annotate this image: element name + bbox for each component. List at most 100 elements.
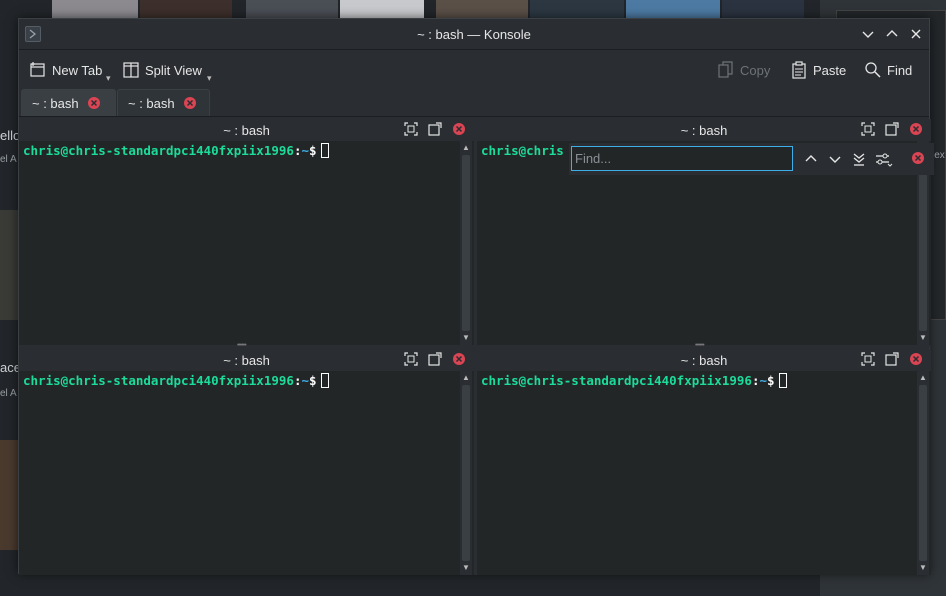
pane-header: ~ : bash bbox=[19, 119, 474, 141]
maximize-pane-icon[interactable] bbox=[861, 352, 875, 366]
terminal-cursor bbox=[778, 373, 787, 388]
wallpaper-thumbnail bbox=[722, 0, 804, 20]
search-options-icon[interactable] bbox=[875, 151, 893, 167]
scroll-up-icon[interactable]: ▲ bbox=[460, 143, 472, 153]
scrollbar[interactable]: ▲ ▼ bbox=[917, 371, 929, 575]
close-tab-icon[interactable] bbox=[183, 96, 197, 110]
terminal-output[interactable]: chris@chris bbox=[481, 143, 564, 158]
scroll-down-icon[interactable]: ▼ bbox=[917, 333, 929, 343]
close-icon[interactable] bbox=[908, 26, 924, 42]
close-pane-icon[interactable] bbox=[909, 122, 923, 136]
scroll-up-icon[interactable]: ▲ bbox=[460, 373, 472, 383]
detach-pane-icon[interactable] bbox=[885, 352, 899, 366]
wallpaper-thumbnail bbox=[52, 0, 138, 20]
pane-header: ~ : bash bbox=[477, 119, 931, 141]
scrollbar-thumb[interactable] bbox=[919, 385, 927, 561]
find-next-icon[interactable] bbox=[827, 151, 843, 167]
minimize-icon[interactable] bbox=[860, 26, 876, 42]
search-icon bbox=[865, 62, 881, 78]
prompt-user: chris@chris-standardpci440fxpiix1996 bbox=[23, 143, 294, 158]
prompt-symbol: $ bbox=[767, 373, 775, 388]
window-title: ~ : bash — Konsole bbox=[417, 27, 531, 42]
pane-header: ~ : bash bbox=[19, 349, 474, 371]
scrollbar-thumb[interactable] bbox=[919, 155, 927, 331]
split-view-button[interactable]: Split View bbox=[122, 59, 202, 81]
tab-label: ~ : bash bbox=[128, 95, 175, 111]
prompt-path: ~ bbox=[759, 373, 767, 388]
terminal-pane-bottom-left[interactable]: ~ : bash chris@chris-standardpci440fxpii… bbox=[19, 349, 474, 575]
split-view-icon bbox=[123, 62, 139, 78]
scroll-down-icon[interactable]: ▼ bbox=[460, 333, 472, 343]
prompt-user: chris@chris-standardpci440fxpiix1996 bbox=[481, 373, 752, 388]
scrollbar[interactable]: ▲ ▼ bbox=[460, 141, 472, 345]
close-pane-icon[interactable] bbox=[452, 122, 466, 136]
scrollbar-thumb[interactable] bbox=[462, 155, 470, 331]
terminal-pane-top-left[interactable]: ~ : bash chris@chris-standardpci440fxpii… bbox=[19, 119, 474, 345]
close-find-icon[interactable] bbox=[911, 151, 927, 167]
close-pane-icon[interactable] bbox=[909, 352, 923, 366]
find-bar bbox=[569, 143, 934, 175]
chevron-down-icon[interactable]: ▾ bbox=[106, 73, 111, 84]
wallpaper-thumbnail bbox=[626, 0, 720, 20]
split-view-label: Split View bbox=[145, 62, 202, 78]
wallpaper-thumbnail bbox=[246, 0, 338, 20]
scroll-down-icon[interactable]: ▼ bbox=[460, 563, 472, 573]
toolbar: New Tab ▾ Split View ▾ Copy Paste Find bbox=[19, 51, 929, 87]
prompt-user: chris@chris-standardpci440fxpiix1996 bbox=[23, 373, 294, 388]
prompt-symbol: $ bbox=[309, 143, 317, 158]
detach-pane-icon[interactable] bbox=[428, 122, 442, 136]
terminal-output[interactable]: chris@chris-standardpci440fxpiix1996:~$ bbox=[481, 373, 787, 388]
terminal-pane-bottom-right[interactable]: ~ : bash chris@chris-standardpci440fxpii… bbox=[477, 349, 931, 575]
find-label: Find bbox=[887, 62, 913, 78]
terminal-cursor bbox=[320, 373, 329, 388]
maximize-pane-icon[interactable] bbox=[861, 122, 875, 136]
new-tab-label: New Tab bbox=[52, 62, 103, 78]
highlight-all-icon[interactable] bbox=[851, 151, 867, 167]
splitter-grip-icon[interactable]: •••••• bbox=[237, 342, 247, 349]
find-input[interactable] bbox=[571, 146, 793, 171]
paste-button[interactable]: Paste bbox=[790, 59, 846, 81]
pane-header: ~ : bash bbox=[477, 349, 931, 371]
new-tab-icon bbox=[30, 62, 45, 77]
background-text: el A bbox=[0, 154, 17, 165]
copy-label: Copy bbox=[740, 62, 771, 78]
wallpaper-thumbnail bbox=[0, 440, 18, 550]
scroll-down-icon[interactable]: ▼ bbox=[917, 563, 929, 573]
maximize-pane-icon[interactable] bbox=[404, 122, 418, 136]
find-button[interactable]: Find bbox=[864, 59, 912, 81]
detach-pane-icon[interactable] bbox=[428, 352, 442, 366]
prompt-user: chris@chris bbox=[481, 143, 564, 158]
wallpaper-thumbnail bbox=[0, 210, 18, 320]
maximize-pane-icon[interactable] bbox=[404, 352, 418, 366]
tab-bash-2[interactable]: ~ : bash bbox=[117, 89, 210, 116]
terminal-output[interactable]: chris@chris-standardpci440fxpiix1996:~$ bbox=[23, 373, 329, 388]
maximize-icon[interactable] bbox=[884, 26, 900, 42]
background-text: el A bbox=[0, 388, 17, 399]
scrollbar[interactable]: ▲ ▼ bbox=[460, 371, 472, 575]
close-tab-icon[interactable] bbox=[87, 96, 101, 110]
tab-bar: ~ : bash ~ : bash bbox=[19, 87, 929, 117]
prompt-symbol: $ bbox=[309, 373, 317, 388]
tab-label: ~ : bash bbox=[32, 95, 79, 111]
copy-button[interactable]: Copy bbox=[717, 59, 770, 81]
scrollbar-thumb[interactable] bbox=[462, 385, 470, 561]
splitter-grip-icon[interactable]: •••••• bbox=[695, 342, 705, 349]
close-pane-icon[interactable] bbox=[452, 352, 466, 366]
konsole-window: ~ : bash — Konsole New Tab ▾ Split View … bbox=[18, 18, 934, 575]
scroll-up-icon[interactable]: ▲ bbox=[917, 373, 929, 383]
wallpaper-thumbnail bbox=[140, 0, 232, 20]
terminal-cursor bbox=[320, 143, 329, 158]
prompt-path: ~ bbox=[301, 143, 309, 158]
prompt-path: ~ bbox=[301, 373, 309, 388]
copy-icon bbox=[718, 61, 733, 78]
paste-icon bbox=[792, 61, 806, 79]
detach-pane-icon[interactable] bbox=[885, 122, 899, 136]
terminal-output[interactable]: chris@chris-standardpci440fxpiix1996:~$ bbox=[23, 143, 329, 158]
tab-bash-1[interactable]: ~ : bash bbox=[21, 89, 116, 116]
paste-label: Paste bbox=[813, 62, 847, 78]
chevron-down-icon[interactable]: ▾ bbox=[207, 73, 212, 84]
new-tab-button[interactable]: New Tab bbox=[29, 59, 102, 81]
title-bar[interactable]: ~ : bash — Konsole bbox=[19, 19, 929, 50]
wallpaper-thumbnail bbox=[436, 0, 528, 20]
find-previous-icon[interactable] bbox=[803, 151, 819, 167]
